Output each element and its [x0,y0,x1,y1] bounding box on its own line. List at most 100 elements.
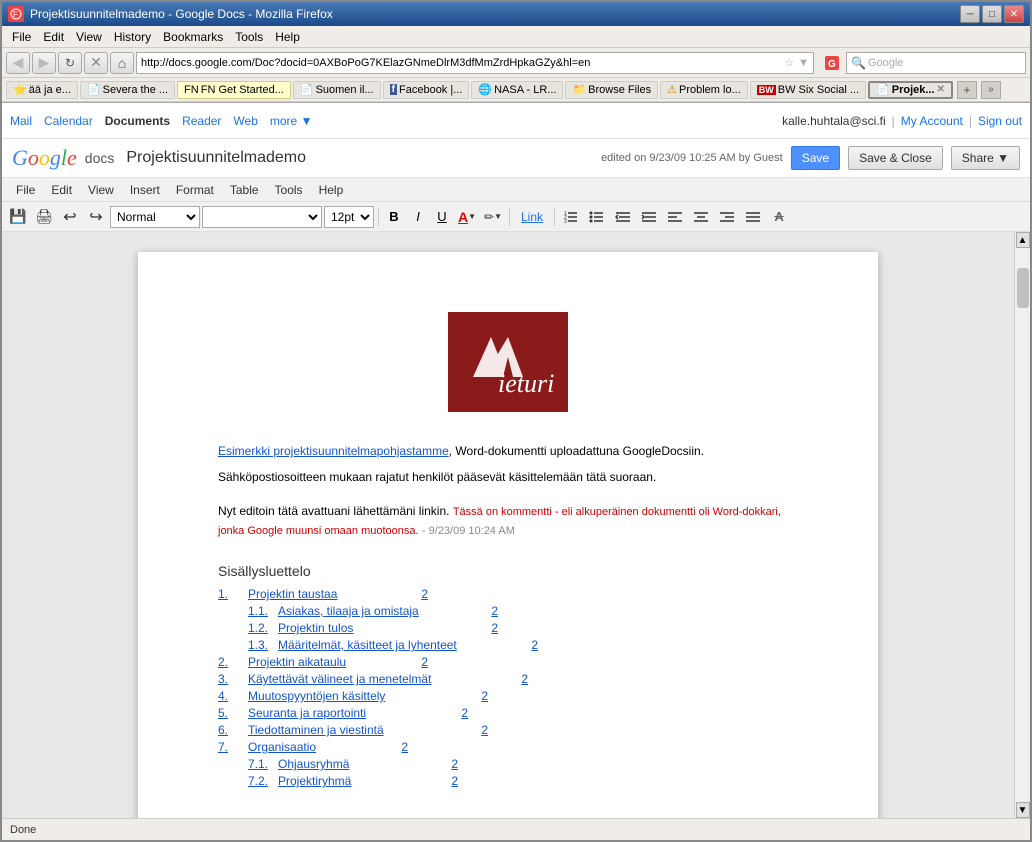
save-button[interactable]: Save [791,146,840,170]
toc-item-1-1[interactable]: 1.1. Asiakas, tilaaja ja omistaja 2 [218,604,798,618]
documents-link[interactable]: Documents [105,114,170,128]
search-bar[interactable]: 🔍 Google [846,52,1026,74]
toc-item-1-3[interactable]: 1.3. Määritelmät, käsitteet ja lyhenteet… [218,638,798,652]
document-title[interactable]: Projektisuunnitelmademo [126,149,306,167]
paragraph-style-dropdown[interactable]: Normal [110,206,200,228]
bookmark-problem[interactable]: ⚠ Problem lo... [660,81,748,99]
gdocs-menu-file[interactable]: File [8,181,43,199]
back-button[interactable]: ◀ [6,52,30,74]
vertical-scrollbar[interactable]: ▲ ▼ [1014,232,1030,818]
menu-view[interactable]: View [70,28,108,46]
toc-item-3[interactable]: 3. Käytettävät välineet ja menetelmät 2 [218,672,798,686]
menu-history[interactable]: History [108,28,157,46]
unordered-list-button[interactable] [585,206,609,228]
menu-file[interactable]: File [6,28,37,46]
text-color-button[interactable]: A ▼ [455,206,479,228]
close-button[interactable]: ✕ [1004,5,1024,23]
bookmark-fn[interactable]: FN FN Get Started... [177,81,291,99]
font-family-dropdown[interactable] [202,206,322,228]
forward-button[interactable]: ▶ [32,52,56,74]
gdocs-menu-insert[interactable]: Insert [122,181,168,199]
gdocs-menu-help[interactable]: Help [311,181,352,199]
ordered-list-button[interactable]: 123 [559,206,583,228]
minimize-button[interactable]: ─ [960,5,980,23]
toc-item-7[interactable]: 7. Organisaatio 2 [218,740,798,754]
share-button[interactable]: Share ▼ [951,146,1020,170]
maximize-button[interactable]: □ [982,5,1002,23]
gdocs-menu-format[interactable]: Format [168,181,222,199]
align-center-button[interactable] [689,206,713,228]
bookmark-facebook[interactable]: f Facebook |... [383,81,470,99]
bookmark-star-icon[interactable]: ☆ [780,56,798,69]
print-toolbar-button[interactable]: 🖨 [32,206,56,228]
save-toolbar-button[interactable]: 💾 [6,206,30,228]
toc-item-7-2[interactable]: 7.2. Projektiryhmä 2 [218,774,798,788]
bookmark-projek[interactable]: 📄 Projek... ✕ [868,81,953,99]
menu-edit[interactable]: Edit [37,28,70,46]
my-account-link[interactable]: My Account [901,114,963,128]
bookmark-browse[interactable]: 📁 Browse Files [565,81,658,99]
align-left-button[interactable] [663,206,687,228]
toc-item-6[interactable]: 6. Tiedottaminen ja viestintä 2 [218,723,798,737]
redo-toolbar-button[interactable]: ↪ [84,206,108,228]
doc-paragraph-1: Esimerkki projektisuunnitelmapohjastamme… [218,442,798,460]
gdocs-menu-table[interactable]: Table [222,181,267,199]
toc-item-4[interactable]: 4. Muutospyyntöjen käsittely 2 [218,689,798,703]
doc-comment-date: - 9/23/09 10:24 AM [422,525,515,537]
tab-scroll-right-button[interactable]: » [981,81,1001,99]
menu-bookmarks[interactable]: Bookmarks [157,28,229,46]
toc-item-7-1[interactable]: 7.1. Ohjausryhmä 2 [218,757,798,771]
new-tab-button[interactable]: + [957,81,977,99]
underline-button[interactable]: U [431,206,453,228]
bookmark-nasa[interactable]: 🌐 NASA - LR... [471,81,563,99]
align-right-button[interactable] [715,206,739,228]
highlight-button[interactable]: ✏ ▼ [481,206,505,228]
document-scroll[interactable]: ieturi Esimerkki projektisuunnitelmapohj… [2,232,1014,818]
toc-item-2[interactable]: 2. Projektin aikataulu 2 [218,655,798,669]
title-bar: F Projektisuunnitelmademo - Google Docs … [2,2,1030,26]
justify-button[interactable] [741,206,765,228]
search-placeholder: Google [868,57,903,69]
toc-item-5[interactable]: 5. Seuranta ja raportointi 2 [218,706,798,720]
menu-tools[interactable]: Tools [229,28,269,46]
address-bar[interactable]: http://docs.google.com/Doc?docid=0AXBoPo… [136,52,814,74]
google-docs-logo: Google docs [12,145,114,171]
bookmark-aaja[interactable]: ⭐ ää ja e... [6,81,78,99]
gdocs-menu-view[interactable]: View [80,181,122,199]
bookmark-icon: 📄 [300,83,314,96]
bookmark-severa[interactable]: 📄 Severa the ... [80,81,175,99]
undo-toolbar-button[interactable]: ↩ [58,206,82,228]
stop-button[interactable]: ✕ [84,52,108,74]
bookmark-close-icon[interactable]: ✕ [937,84,945,95]
more-link[interactable]: more ▼ [270,114,313,128]
search-icon: 🔍 [851,56,866,70]
web-link[interactable]: Web [233,114,257,128]
reader-link[interactable]: Reader [182,114,221,128]
doc-link-1[interactable]: Esimerkki projektisuunnitelmapohjastamme [218,444,449,458]
indent-less-button[interactable] [611,206,635,228]
save-close-button[interactable]: Save & Close [848,146,943,170]
bold-button[interactable]: B [383,206,405,228]
bookmark-suomen[interactable]: 📄 Suomen il... [293,81,381,99]
scroll-thumb[interactable] [1017,268,1029,308]
strikethrough-button[interactable]: A [767,206,791,228]
user-email: kalle.huhtala@sci.fi [782,114,886,128]
indent-more-button[interactable] [637,206,661,228]
home-button[interactable]: ⌂ [110,52,134,74]
mail-link[interactable]: Mail [10,114,32,128]
font-size-dropdown[interactable]: 12pt [324,206,374,228]
menu-help[interactable]: Help [269,28,306,46]
refresh-button[interactable]: ↻ [58,52,82,74]
search-engine-icon[interactable]: G [820,52,844,74]
italic-button[interactable]: I [407,206,429,228]
calendar-link[interactable]: Calendar [44,114,93,128]
toc-item-1-2[interactable]: 1.2. Projektin tulos 2 [218,621,798,635]
scroll-down-button[interactable]: ▼ [1016,802,1030,818]
toc-item-1[interactable]: 1. Projektin taustaa 2 [218,587,798,601]
bookmark-sixsocial[interactable]: BW BW Six Social ... [750,81,866,99]
sign-out-link[interactable]: Sign out [978,114,1022,128]
gdocs-menu-edit[interactable]: Edit [43,181,80,199]
gdocs-menu-tools[interactable]: Tools [267,181,311,199]
link-button[interactable]: Link [514,206,550,228]
scroll-up-button[interactable]: ▲ [1016,232,1030,248]
